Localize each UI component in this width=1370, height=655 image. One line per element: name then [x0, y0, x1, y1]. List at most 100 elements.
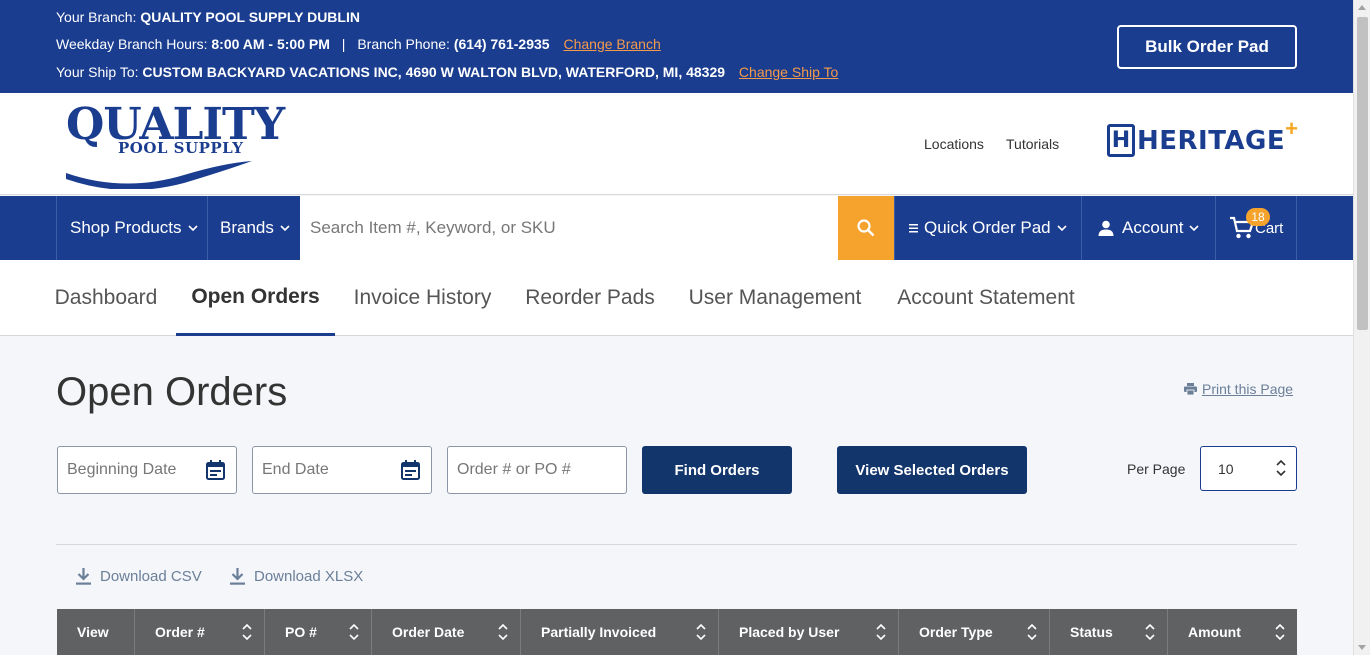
locations-link[interactable]: Locations	[924, 136, 984, 152]
calendar-icon[interactable]	[401, 460, 420, 480]
download-xlsx-link[interactable]: Download XLSX	[230, 568, 363, 585]
search-button[interactable]	[838, 196, 894, 260]
quality-pool-supply-logo[interactable]: QUALITY POOL SUPPLY	[64, 101, 285, 189]
per-page-label: Per Page	[1127, 461, 1186, 477]
sort-icon[interactable]	[696, 622, 706, 642]
column-placed-by-user[interactable]: Placed by User	[719, 609, 899, 655]
tab-invoice-history[interactable]: Invoice History	[337, 260, 508, 336]
column-amount[interactable]: Amount	[1168, 609, 1297, 655]
hours-label: Weekday Branch Hours:	[56, 36, 208, 52]
logo-line2: POOL SUPPLY	[118, 139, 244, 157]
account-label: Account	[1122, 218, 1184, 237]
column-status[interactable]: Status	[1050, 609, 1168, 655]
shop-products-label: Shop Products	[70, 218, 182, 237]
branch-line: Your Branch: QUALITY POOL SUPPLY DUBLIN	[56, 9, 360, 25]
order-number-input[interactable]	[457, 461, 626, 479]
sort-icon[interactable]	[1275, 622, 1285, 642]
bulk-order-pad-button[interactable]: Bulk Order Pad	[1117, 25, 1297, 69]
per-page-stepper[interactable]: 10	[1200, 446, 1297, 491]
beginning-date-field[interactable]	[57, 446, 237, 494]
list-icon	[909, 223, 918, 232]
view-selected-orders-button[interactable]: View Selected Orders	[837, 446, 1027, 494]
column-partially-invoiced[interactable]: Partially Invoiced	[521, 609, 719, 655]
download-icon	[76, 568, 91, 585]
column-label: Placed by User	[739, 624, 840, 640]
page-scrollbar[interactable]	[1353, 0, 1370, 655]
quick-order-pad-label: Quick Order Pad	[924, 218, 1051, 237]
tab-user-management[interactable]: User Management	[672, 260, 878, 336]
end-date-field[interactable]	[252, 446, 432, 494]
download-icon	[230, 568, 245, 585]
column-order-number[interactable]: Order #	[135, 609, 265, 655]
branch-label: Your Branch:	[56, 9, 137, 25]
column-po-number[interactable]: PO #	[265, 609, 372, 655]
sort-icon[interactable]	[876, 622, 886, 642]
branch-name: QUALITY POOL SUPPLY DUBLIN	[140, 9, 360, 25]
column-label: Order Date	[392, 624, 465, 640]
account-tabs: Dashboard Open Orders Invoice History Re…	[0, 260, 1353, 336]
chevron-down-icon	[187, 224, 198, 231]
sort-icon[interactable]	[1027, 622, 1037, 642]
print-page-link[interactable]: Print this Page	[1184, 381, 1293, 397]
sort-icon[interactable]	[1145, 622, 1155, 642]
spinner-arrows-icon[interactable]	[1276, 458, 1286, 478]
page-title: Open Orders	[56, 370, 288, 414]
branch-info-bar: Your Branch: QUALITY POOL SUPPLY DUBLIN …	[0, 0, 1353, 93]
phone-label: Branch Phone:	[357, 36, 450, 52]
tutorials-link[interactable]: Tutorials	[1006, 136, 1059, 152]
heritage-text: HERITAGE	[1137, 125, 1286, 156]
scroll-down-arrow-icon[interactable]	[1358, 645, 1366, 650]
sort-icon[interactable]	[498, 622, 508, 642]
column-label: View	[77, 624, 109, 640]
brands-label: Brands	[220, 218, 274, 237]
tab-reorder-pads[interactable]: Reorder Pads	[510, 260, 670, 336]
heritage-logo[interactable]: H HERITAGE +	[1107, 116, 1298, 157]
printer-icon	[1184, 383, 1197, 395]
orders-table-header: View Order # PO # Order Date Partially I…	[57, 609, 1297, 655]
scrollbar-thumb[interactable]	[1357, 17, 1368, 330]
heritage-h-icon: H	[1107, 124, 1135, 157]
hours-value: 8:00 AM - 5:00 PM	[211, 36, 330, 52]
brands-menu[interactable]: Brands	[207, 196, 300, 260]
order-number-field[interactable]	[447, 446, 627, 494]
chevron-down-icon	[1057, 224, 1067, 231]
download-xlsx-label: Download XLSX	[254, 568, 364, 585]
scroll-up-arrow-icon[interactable]	[1358, 5, 1366, 10]
sort-icon[interactable]	[242, 622, 252, 642]
column-order-type[interactable]: Order Type	[899, 609, 1050, 655]
tab-dashboard[interactable]: Dashboard	[38, 260, 174, 336]
tab-account-statement[interactable]: Account Statement	[880, 260, 1092, 336]
hours-line: Weekday Branch Hours: 8:00 AM - 5:00 PM …	[56, 36, 661, 52]
column-label: Order #	[155, 624, 205, 640]
column-order-date[interactable]: Order Date	[372, 609, 521, 655]
main-nav: Shop Products Brands Quick Order Pad Acc…	[0, 196, 1353, 260]
change-branch-link[interactable]: Change Branch	[563, 36, 660, 52]
column-label: Status	[1070, 624, 1113, 640]
chevron-down-icon	[1189, 224, 1200, 231]
per-page-value: 10	[1218, 460, 1234, 477]
download-csv-label: Download CSV	[100, 568, 202, 585]
quick-order-pad-menu[interactable]: Quick Order Pad	[894, 196, 1081, 260]
chevron-down-icon	[280, 224, 290, 231]
account-menu[interactable]: Account	[1081, 196, 1215, 260]
logo-header: QUALITY POOL SUPPLY Locations Tutorials …	[0, 93, 1353, 195]
hours-divider: |	[341, 36, 346, 52]
search-icon	[857, 219, 875, 237]
calendar-icon[interactable]	[206, 460, 225, 480]
ship-to-value: CUSTOM BACKYARD VACATIONS INC, 4690 W WA…	[142, 64, 726, 80]
logo-swoosh-icon	[66, 161, 252, 189]
column-label: Order Type	[919, 624, 993, 640]
find-orders-button[interactable]: Find Orders	[642, 446, 792, 494]
tab-open-orders[interactable]: Open Orders	[176, 260, 335, 336]
download-csv-link[interactable]: Download CSV	[76, 568, 202, 585]
column-label: Amount	[1188, 624, 1241, 640]
cart-link[interactable]: 18 Cart	[1215, 196, 1297, 260]
change-ship-to-link[interactable]: Change Ship To	[739, 64, 838, 80]
ship-to-line: Your Ship To: CUSTOM BACKYARD VACATIONS …	[56, 64, 838, 80]
column-label: Partially Invoiced	[541, 624, 657, 640]
search-input[interactable]	[300, 196, 838, 260]
shop-products-menu[interactable]: Shop Products	[56, 196, 207, 260]
user-icon	[1098, 220, 1114, 236]
column-label: PO #	[285, 624, 317, 640]
sort-icon[interactable]	[349, 622, 359, 642]
